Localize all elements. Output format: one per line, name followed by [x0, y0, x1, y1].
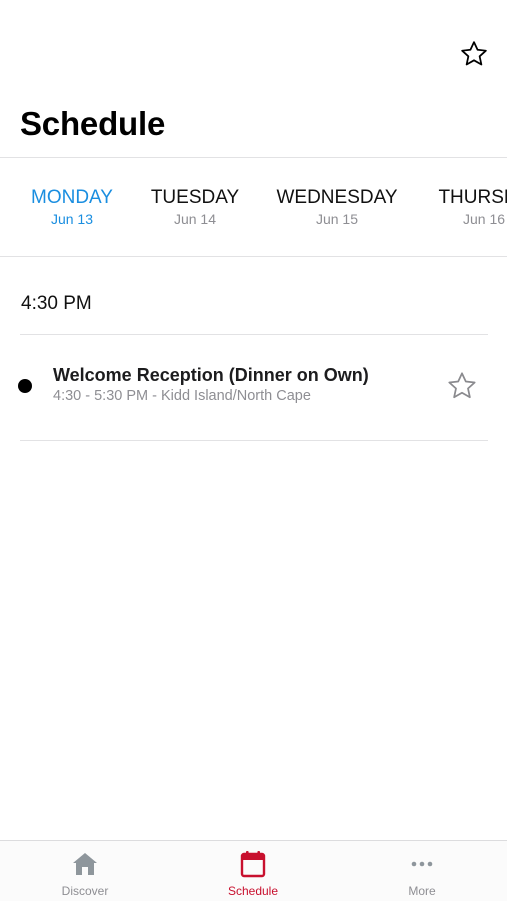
- session-row[interactable]: Welcome Reception (Dinner on Own) 4:30 -…: [0, 336, 507, 440]
- day-tabs[interactable]: MONDAY Jun 13 TUESDAY Jun 14 WEDNESDAY J…: [0, 158, 507, 256]
- tab-label: Discover: [61, 884, 109, 898]
- day-tab-wednesday[interactable]: WEDNESDAY Jun 15: [272, 186, 402, 228]
- star-outline-icon: [448, 372, 476, 399]
- bottom-tab-bar: Discover Schedule More: [0, 840, 507, 901]
- session-subtitle: 4:30 - 5:30 PM - Kidd Island/North Cape: [53, 388, 311, 404]
- home-icon: [73, 853, 97, 875]
- day-tab-name: MONDAY: [31, 187, 113, 208]
- tab-label: Schedule: [227, 884, 279, 898]
- session-divider: [20, 440, 488, 441]
- time-divider: [20, 334, 488, 335]
- session-title: Welcome Reception (Dinner on Own): [53, 365, 369, 385]
- day-tab-tuesday[interactable]: TUESDAY Jun 14: [145, 186, 245, 228]
- star-outline-icon: [461, 41, 487, 66]
- day-tab-name: THURSDAY: [438, 187, 507, 208]
- day-tab-name: WEDNESDAY: [276, 187, 398, 208]
- day-tab-date: Jun 15: [315, 211, 359, 227]
- more-dots-icon: [411, 861, 433, 867]
- tab-discover[interactable]: Discover: [35, 849, 135, 899]
- day-tab-date: Jun 16: [463, 211, 506, 227]
- tab-more[interactable]: More: [372, 849, 472, 899]
- page-title: Schedule: [20, 105, 166, 142]
- tab-schedule[interactable]: Schedule: [203, 849, 303, 899]
- tab-label: More: [408, 884, 436, 898]
- calendar-icon: [240, 851, 266, 878]
- day-tab-date: Jun 13: [50, 211, 94, 227]
- day-tab-monday[interactable]: MONDAY Jun 13: [22, 186, 122, 228]
- day-tab-name: TUESDAY: [150, 187, 240, 208]
- tabs-divider: [0, 256, 507, 257]
- day-tab-thursday[interactable]: THURSDAY Jun 16: [435, 186, 507, 228]
- day-tab-date: Jun 14: [173, 211, 217, 227]
- session-favorite-button[interactable]: [444, 368, 480, 404]
- favorites-button[interactable]: [456, 36, 492, 72]
- session-track-dot: [18, 379, 32, 393]
- time-section-header: 4:30 PM: [21, 293, 92, 314]
